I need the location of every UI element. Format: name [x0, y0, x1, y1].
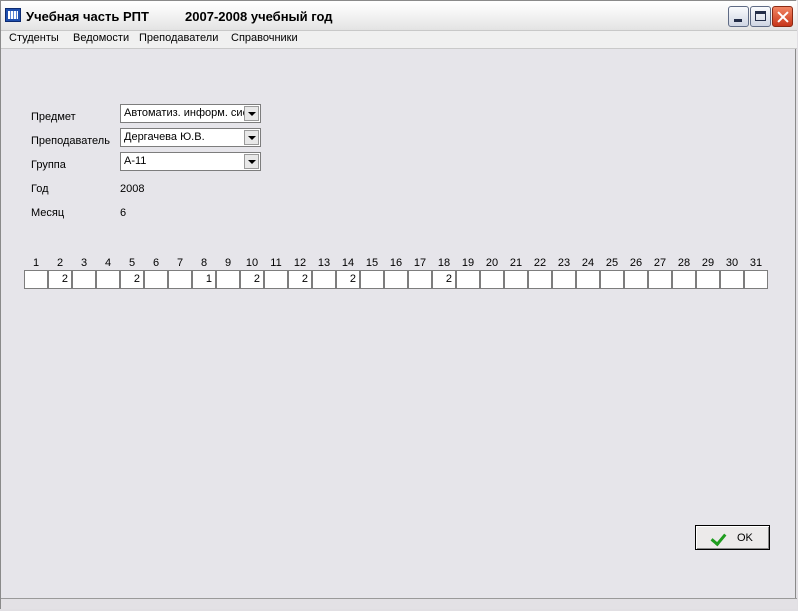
- day-number: 3: [80, 257, 88, 269]
- mark-cell[interactable]: 2: [432, 270, 456, 289]
- mark-cell[interactable]: [312, 270, 336, 289]
- menu-students[interactable]: Студенты: [9, 32, 59, 44]
- checkmark-icon: [710, 529, 727, 547]
- mark-cell[interactable]: [456, 270, 480, 289]
- menu-teachers[interactable]: Преподаватели: [139, 32, 218, 44]
- close-button[interactable]: [772, 6, 793, 27]
- mark-cell[interactable]: [528, 270, 552, 289]
- day-number: 7: [176, 257, 184, 269]
- day-number: 14: [341, 257, 355, 269]
- day-number: 18: [437, 257, 451, 269]
- day-number: 5: [128, 257, 136, 269]
- day-number: 17: [413, 257, 427, 269]
- mark-cell[interactable]: [24, 270, 48, 289]
- teacher-value: Дергачева Ю.В.: [124, 131, 205, 143]
- day-number: 25: [605, 257, 619, 269]
- day-number: 11: [270, 257, 282, 269]
- mark-cell[interactable]: [360, 270, 384, 289]
- minimize-button[interactable]: [728, 6, 749, 27]
- month-label: Месяц: [31, 207, 65, 219]
- group-value: А-11: [124, 155, 147, 167]
- mark-cell[interactable]: 2: [336, 270, 360, 289]
- day-number: 13: [317, 257, 331, 269]
- day-number: 2: [56, 257, 64, 269]
- mark-cell[interactable]: [408, 270, 432, 289]
- subject-value: Автоматиз. информ. сис: [124, 107, 249, 119]
- subject-combo[interactable]: Автоматиз. информ. сис: [120, 104, 261, 123]
- mark-cell[interactable]: [696, 270, 720, 289]
- day-number: 24: [581, 257, 595, 269]
- client-area: Предмет Автоматиз. информ. сис Преподава…: [1, 49, 797, 599]
- mark-cell[interactable]: [144, 270, 168, 289]
- chevron-down-icon[interactable]: [244, 154, 259, 169]
- day-number: 27: [653, 257, 667, 269]
- mark-cell[interactable]: 2: [288, 270, 312, 289]
- day-number: 19: [461, 257, 475, 269]
- day-number: 15: [365, 257, 379, 269]
- mark-cell[interactable]: 1: [192, 270, 216, 289]
- day-number: 8: [200, 257, 208, 269]
- mark-cell[interactable]: [216, 270, 240, 289]
- day-number: 12: [293, 257, 307, 269]
- mark-cell[interactable]: [744, 270, 768, 289]
- day-number: 22: [533, 257, 547, 269]
- journal-app-icon[interactable]: [5, 8, 21, 22]
- chevron-down-icon[interactable]: [244, 130, 259, 145]
- menu-bar: Студенты Ведомости Преподаватели Справоч…: [1, 31, 797, 49]
- mark-cell[interactable]: [96, 270, 120, 289]
- status-bar: [1, 598, 797, 609]
- group-label: Группа: [31, 159, 66, 171]
- mark-cell[interactable]: [480, 270, 504, 289]
- year-label: Год: [31, 183, 49, 195]
- year-value: 2008: [120, 183, 145, 195]
- day-number: 6: [152, 257, 160, 269]
- group-combo[interactable]: А-11: [120, 152, 261, 171]
- menu-statements[interactable]: Ведомости: [73, 32, 129, 44]
- day-number: 21: [509, 257, 523, 269]
- mark-cell[interactable]: [168, 270, 192, 289]
- day-number: 16: [389, 257, 403, 269]
- subject-label: Предмет: [31, 111, 76, 123]
- day-number: 10: [245, 257, 259, 269]
- maximize-button[interactable]: [750, 6, 771, 27]
- chevron-down-icon[interactable]: [244, 106, 259, 121]
- day-number: 30: [725, 257, 739, 269]
- day-number: 28: [677, 257, 691, 269]
- mark-cell[interactable]: 2: [120, 270, 144, 289]
- day-number: 4: [104, 257, 112, 269]
- day-number: 1: [32, 257, 40, 269]
- teacher-combo[interactable]: Дергачева Ю.В.: [120, 128, 261, 147]
- mark-cell[interactable]: [720, 270, 744, 289]
- mark-cell[interactable]: [648, 270, 672, 289]
- day-number: 23: [557, 257, 571, 269]
- mark-cell[interactable]: [504, 270, 528, 289]
- mark-cell[interactable]: 2: [48, 270, 72, 289]
- menu-references[interactable]: Справочники: [231, 32, 298, 44]
- day-number: 20: [485, 257, 499, 269]
- month-value: 6: [120, 207, 127, 219]
- day-number: 9: [224, 257, 232, 269]
- mark-cell[interactable]: 2: [240, 270, 264, 289]
- ok-label: OK: [737, 532, 753, 544]
- mark-cell[interactable]: [72, 270, 96, 289]
- mark-cell[interactable]: [384, 270, 408, 289]
- teacher-label: Преподаватель: [31, 135, 110, 147]
- title-bar[interactable]: Учебная часть РПТ 2007-2008 учебный год: [1, 1, 797, 31]
- window-title: Учебная часть РПТ 2007-2008 учебный год: [26, 9, 333, 24]
- day-number: 26: [629, 257, 643, 269]
- mark-cell[interactable]: [264, 270, 288, 289]
- day-number: 31: [749, 257, 763, 269]
- ok-button[interactable]: OK: [695, 525, 770, 550]
- main-window: Учебная часть РПТ 2007-2008 учебный год …: [0, 0, 797, 609]
- mark-cell[interactable]: [672, 270, 696, 289]
- mark-cell[interactable]: [624, 270, 648, 289]
- mark-cell[interactable]: [600, 270, 624, 289]
- mark-cell[interactable]: [576, 270, 600, 289]
- mark-cell[interactable]: [552, 270, 576, 289]
- day-number: 29: [701, 257, 715, 269]
